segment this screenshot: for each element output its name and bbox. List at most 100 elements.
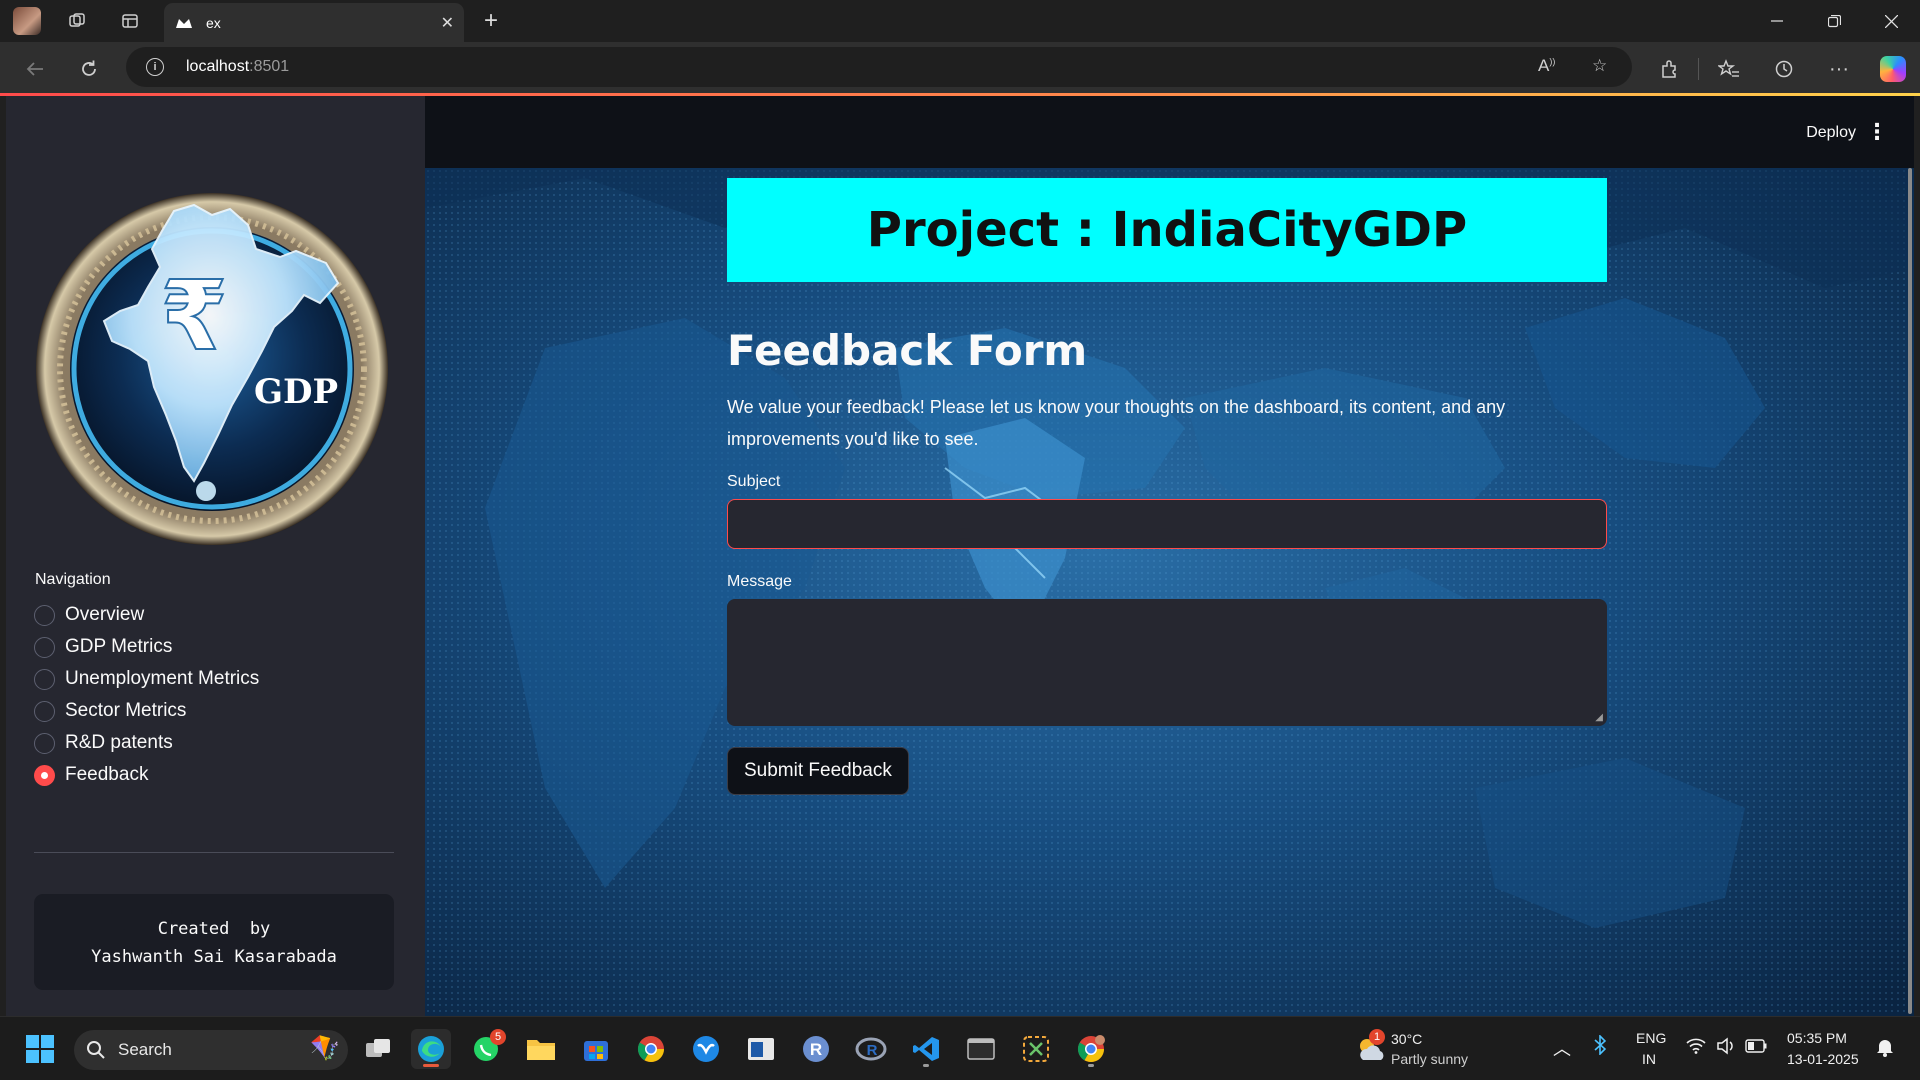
favorite-star-icon[interactable]: ☆ xyxy=(1592,56,1607,76)
search-label: Search xyxy=(118,1040,172,1059)
main-content: Deploy ⋮ Project: IndiaCityGDP Feedback… xyxy=(425,96,1914,1016)
nav-option-unemployment-metrics[interactable]: Unemployment Metrics xyxy=(34,663,259,695)
file-explorer-icon[interactable] xyxy=(521,1029,561,1069)
streamlit-favicon-icon xyxy=(174,13,194,33)
message-label: Message xyxy=(727,573,792,590)
clock-date[interactable]: 13-01-2025 xyxy=(1787,1051,1859,1067)
bluetooth-icon[interactable] xyxy=(1594,1034,1607,1058)
r-app-icon[interactable]: R xyxy=(796,1029,836,1069)
minimize-icon[interactable] xyxy=(1748,0,1806,42)
app-butterfly-icon[interactable] xyxy=(686,1029,726,1069)
favorites-icon[interactable] xyxy=(1712,52,1746,86)
nav-option-overview[interactable]: Overview xyxy=(34,599,259,631)
india-gdp-logo: ₹ GDP xyxy=(34,191,390,547)
sidebar-divider xyxy=(34,852,394,853)
workspaces-icon[interactable] xyxy=(62,6,92,36)
clock-time[interactable]: 05:35 PM xyxy=(1787,1030,1847,1046)
terminal-icon[interactable] xyxy=(961,1029,1001,1069)
input-language[interactable]: ENG xyxy=(1636,1030,1666,1046)
taskbar-search[interactable]: Search 🪁 xyxy=(74,1030,348,1070)
subject-input[interactable] xyxy=(727,499,1607,549)
main-scrollbar[interactable] xyxy=(1908,168,1912,1014)
main-menu-icon[interactable]: ⋮ xyxy=(1866,121,1888,143)
windows-taskbar: Search 🪁 5 R R 1 30°C Partly sunny ︿ ENG… xyxy=(0,1016,1920,1080)
new-tab-button[interactable]: + xyxy=(476,6,506,36)
radio-checked-icon[interactable] xyxy=(34,764,55,786)
message-textarea[interactable]: ◢ xyxy=(727,599,1607,726)
profile-avatar[interactable] xyxy=(12,6,42,36)
toolbar-divider xyxy=(1698,58,1699,80)
radio-unchecked-icon[interactable] xyxy=(34,636,55,658)
close-window-icon[interactable] xyxy=(1862,0,1920,42)
wifi-icon[interactable] xyxy=(1686,1038,1706,1057)
nav-option-sector-metrics[interactable]: Sector Metrics xyxy=(34,695,259,727)
browser-tab-bar: ex ✕ + xyxy=(0,0,1920,42)
microsoft-store-icon[interactable] xyxy=(576,1029,616,1069)
rstudio-icon[interactable]: R xyxy=(851,1029,891,1069)
url-port: :8501 xyxy=(249,58,290,75)
battery-icon[interactable] xyxy=(1745,1039,1767,1056)
submit-feedback-button[interactable]: Submit Feedback xyxy=(727,747,909,795)
svg-text:R: R xyxy=(867,1042,878,1059)
app-window-icon[interactable] xyxy=(741,1029,781,1069)
credit-line-2: Yashwanth Sai Kasarabada xyxy=(91,947,337,967)
task-view-icon[interactable] xyxy=(358,1029,398,1069)
radio-unchecked-icon[interactable] xyxy=(34,604,55,626)
radio-unchecked-icon[interactable] xyxy=(34,700,55,722)
nav-option-label: Overview xyxy=(65,604,145,625)
svg-text:R: R xyxy=(810,1040,822,1059)
search-icon xyxy=(87,1041,105,1059)
svg-text:₹: ₹ xyxy=(161,260,228,372)
credit-code-block: Created by Yashwanth Sai Kasarabada xyxy=(34,894,394,990)
extensions-icon[interactable] xyxy=(1652,52,1686,86)
radio-unchecked-icon[interactable] xyxy=(34,668,55,690)
sidebar: ₹ GDP Navigation Overview GDP Metrics Un… xyxy=(6,96,425,1016)
nav-option-label: R&D patents xyxy=(65,732,173,753)
back-icon[interactable] xyxy=(18,52,52,86)
nav-option-rd-patents[interactable]: R&D patents xyxy=(34,727,259,759)
weather-temperature: 30°C xyxy=(1391,1031,1423,1047)
address-toolbar: i localhost:8501 A)) ☆ ··· xyxy=(0,42,1920,94)
nav-option-label: Feedback xyxy=(65,764,149,785)
vscode-icon[interactable] xyxy=(906,1029,946,1069)
whatsapp-badge: 5 xyxy=(490,1029,506,1045)
chrome-profile-icon[interactable] xyxy=(1071,1029,1111,1069)
tab-title: ex xyxy=(206,14,221,31)
windows-start-icon[interactable] xyxy=(20,1029,60,1069)
copilot-icon[interactable] xyxy=(1876,52,1910,86)
project-title-banner: Project : IndiaCityGDP xyxy=(727,178,1607,282)
logo-gdp-text: GDP xyxy=(254,372,338,412)
whatsapp-icon[interactable]: 5 xyxy=(466,1029,506,1069)
running-app-indicator xyxy=(923,1064,929,1067)
more-options-icon[interactable]: ··· xyxy=(1822,52,1856,86)
deploy-button[interactable]: Deploy xyxy=(1806,124,1856,142)
nav-option-label: Unemployment Metrics xyxy=(65,668,260,689)
site-info-icon[interactable]: i xyxy=(146,58,164,76)
input-region[interactable]: IN xyxy=(1642,1051,1656,1067)
reload-icon[interactable] xyxy=(72,52,106,86)
chrome-icon[interactable] xyxy=(631,1029,671,1069)
weather-icon[interactable]: 1 xyxy=(1351,1029,1391,1069)
navigation-label: Navigation xyxy=(35,571,111,588)
history-icon[interactable] xyxy=(1767,52,1801,86)
notification-bell-icon[interactable] xyxy=(1876,1037,1894,1060)
tab-actions-icon[interactable] xyxy=(115,6,145,36)
show-hidden-icons-chevron-icon[interactable]: ︿ xyxy=(1553,1035,1571,1061)
volume-icon[interactable] xyxy=(1716,1037,1736,1058)
restore-icon[interactable] xyxy=(1805,0,1863,42)
navigation-radio-group: Overview GDP Metrics Unemployment Metric… xyxy=(34,599,259,791)
search-highlight-icon: 🪁 xyxy=(310,1035,340,1062)
tab-streamlit[interactable]: ex ✕ xyxy=(164,3,464,42)
radio-unchecked-icon[interactable] xyxy=(34,732,55,754)
running-app-indicator xyxy=(1088,1064,1094,1067)
url-bar[interactable]: i localhost:8501 A)) ☆ xyxy=(126,47,1632,87)
weather-condition: Partly sunny xyxy=(1391,1051,1469,1067)
feedback-page: Project : IndiaCityGDP Feedback Form We … xyxy=(727,178,1607,795)
edge-taskbar-icon[interactable] xyxy=(411,1029,451,1069)
resize-handle-icon[interactable]: ◢ xyxy=(1595,712,1603,723)
read-aloud-icon[interactable]: A)) xyxy=(1538,56,1555,76)
tab-close-icon[interactable]: ✕ xyxy=(441,13,454,33)
snipping-tool-icon[interactable] xyxy=(1016,1029,1056,1069)
nav-option-feedback[interactable]: Feedback xyxy=(34,759,259,791)
nav-option-gdp-metrics[interactable]: GDP Metrics xyxy=(34,631,259,663)
